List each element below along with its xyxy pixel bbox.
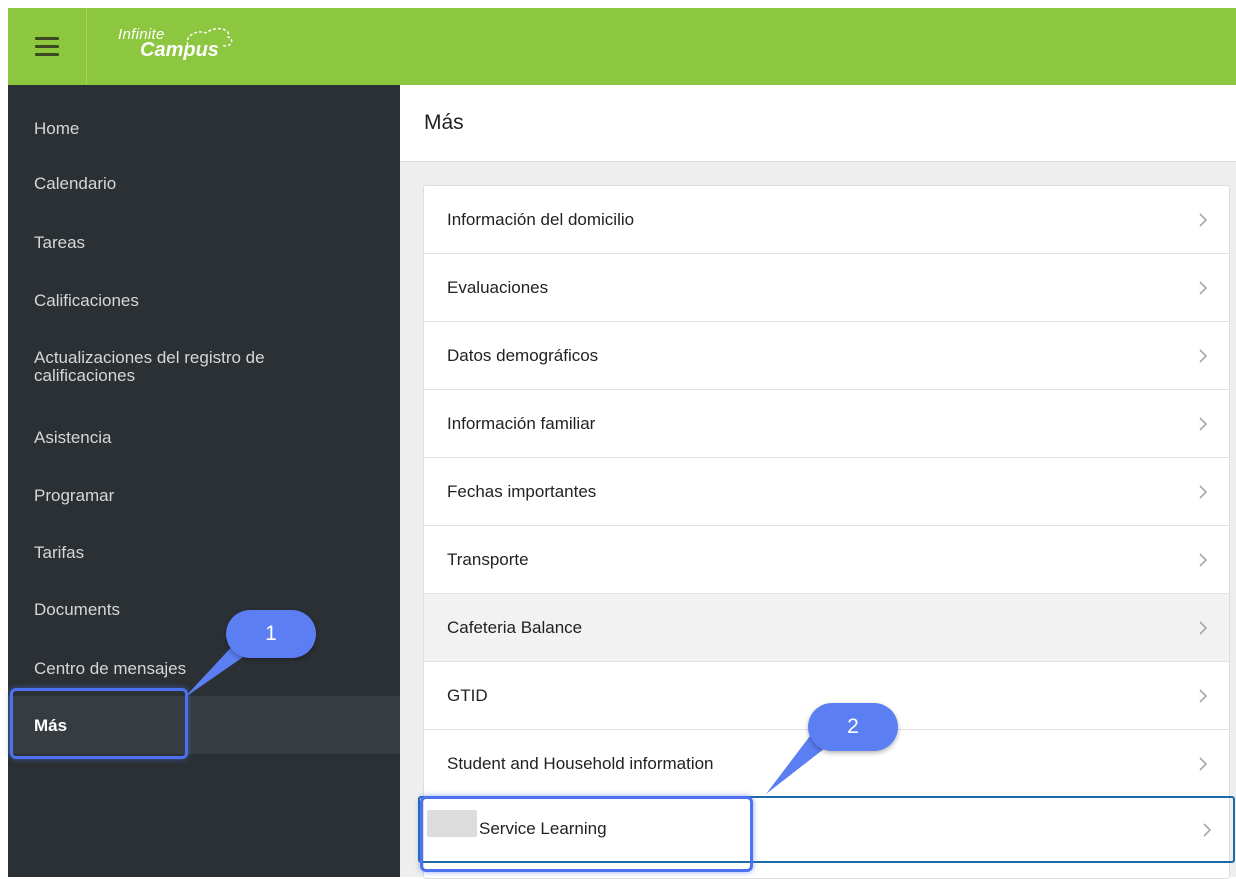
- callout-bubble-2: 2: [808, 703, 898, 751]
- sidebar-item-label: Actualizaciones del registro de califica…: [34, 348, 265, 385]
- callout-bubble-1: 1: [226, 610, 316, 658]
- page-title: Más: [424, 111, 464, 134]
- page-header: Más: [400, 85, 1236, 162]
- list-item-transporte[interactable]: Transporte: [424, 526, 1229, 594]
- list-item-label: Student and Household information: [447, 754, 714, 773]
- list-item-evaluaciones[interactable]: Evaluaciones: [424, 254, 1229, 322]
- callout-box-1: [10, 688, 188, 759]
- chevron-right-icon: [1199, 348, 1207, 363]
- top-bar: Infinite Campus: [8, 8, 1236, 85]
- chevron-right-icon: [1199, 280, 1207, 295]
- sidebar-item-calificaciones[interactable]: Calificaciones: [8, 279, 400, 319]
- sidebar-item-label: Documents: [34, 600, 120, 619]
- chevron-right-icon: [1199, 688, 1207, 703]
- sidebar-item-label: Calificaciones: [34, 291, 139, 310]
- sidebar-item-programar[interactable]: Programar: [8, 474, 400, 514]
- list-item-label: Transporte: [447, 550, 529, 569]
- sidebar-item-tarifas[interactable]: Tarifas: [8, 531, 400, 571]
- sidebar-item-home[interactable]: Home: [8, 107, 400, 147]
- list-item-label: Información del domicilio: [447, 210, 635, 229]
- sidebar-item-label: Centro de mensajes: [34, 659, 187, 678]
- sidebar-item-label: Asistencia: [34, 428, 112, 447]
- list-item-label: Evaluaciones: [447, 278, 549, 297]
- list-item-label: GTID: [447, 686, 488, 705]
- list-item-label: Cafeteria Balance: [447, 618, 583, 637]
- chevron-right-icon: [1199, 756, 1207, 771]
- chevron-right-icon: [1199, 212, 1207, 227]
- list-item-label: Información familiar: [447, 414, 596, 433]
- sidebar-item-label: Tarifas: [34, 543, 85, 562]
- callout-box-2: [420, 796, 753, 872]
- list-item-cafeteria-balance[interactable]: Cafeteria Balance: [424, 594, 1229, 662]
- list-item-datos-demograficos[interactable]: Datos demográficos: [424, 322, 1229, 390]
- sidebar-item-actualizaciones[interactable]: Actualizaciones del registro de califica…: [8, 337, 400, 397]
- sidebar-item-label: Tareas: [34, 233, 86, 252]
- list-item-informacion-domicilio[interactable]: Información del domicilio: [424, 186, 1229, 254]
- chevron-right-icon: [1199, 416, 1207, 431]
- list-item-fechas-importantes[interactable]: Fechas importantes: [424, 458, 1229, 526]
- sidebar-item-label: Programar: [34, 486, 115, 505]
- sidebar-item-label: Calendario: [34, 174, 117, 193]
- sidebar-item-calendario[interactable]: Calendario: [8, 164, 400, 204]
- list-item-label: Datos demográficos: [447, 346, 599, 365]
- chevron-right-icon: [1199, 552, 1207, 567]
- chevron-right-icon: [1199, 484, 1207, 499]
- list-item-informacion-familiar[interactable]: Información familiar: [424, 390, 1229, 458]
- sidebar-item-tareas[interactable]: Tareas: [8, 221, 400, 261]
- chevron-right-icon: [1199, 620, 1207, 635]
- menu-icon[interactable]: [8, 8, 87, 85]
- app-logo[interactable]: Infinite Campus: [118, 26, 233, 62]
- sidebar-item-asistencia[interactable]: Asistencia: [8, 416, 400, 456]
- sidebar-item-label: Home: [34, 119, 80, 138]
- list-item-label: Fechas importantes: [447, 482, 597, 501]
- chevron-right-icon: [1203, 822, 1211, 837]
- sidebar-item-documents[interactable]: Documents: [8, 589, 400, 629]
- logo-swoosh-icon: [186, 27, 233, 47]
